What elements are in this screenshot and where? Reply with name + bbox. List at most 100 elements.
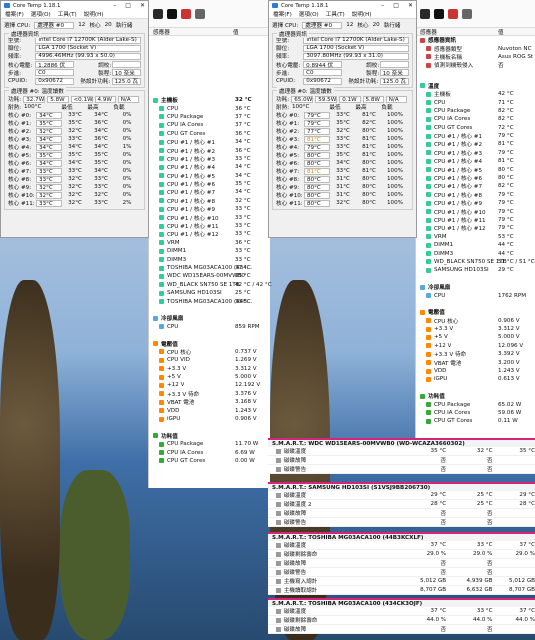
sensor-row[interactable]: CPU #1 / 核心 #5 80 °C (416, 165, 535, 174)
close-icon[interactable]: ✕ (408, 2, 413, 9)
menu-item[interactable]: 選項(O) (31, 10, 51, 18)
sensor-row[interactable]: VBAT 電池 3.200 V (416, 358, 535, 367)
smart-row[interactable]: 磁碟故障 否 否 (268, 625, 535, 634)
smart-row[interactable]: 磁碟故障 否 否 (268, 509, 535, 518)
sensor-row[interactable]: CPU #1 / 核心 #12 79 °C (416, 224, 535, 232)
sensor-row[interactable]: +5 V 5.000 V (149, 373, 270, 381)
sensor-row[interactable]: CPU #1 / 核心 #11 33 °C (149, 222, 270, 230)
sensor-row[interactable]: CPU IA Cores 82 °C (416, 115, 535, 123)
sensor-row[interactable]: CPU #1 / 核心 #4 81 °C (416, 157, 535, 165)
sensor-row[interactable]: CPU #1 / 核心 #5 34 °C (149, 172, 270, 180)
monitor-icon[interactable] (153, 8, 163, 19)
sensor-row[interactable]: +3.3 V 待命 3.376 V (149, 390, 270, 398)
sensor-row[interactable]: CPU 核心 0.906 V (416, 317, 535, 325)
sensor-row[interactable]: VDD 1.243 V (416, 367, 535, 375)
chip-icon[interactable] (448, 8, 458, 19)
sensor-row[interactable]: iGPU 0.613 V (416, 375, 535, 383)
maximize-icon[interactable]: □ (125, 2, 131, 9)
sensor-group[interactable]: 主機板 32 °C (149, 96, 270, 104)
sensor-row[interactable]: VDD 1.243 V (149, 406, 270, 414)
sensor-row[interactable]: +3.3 V 3.312 V (149, 365, 270, 373)
monitor-icon[interactable] (420, 8, 430, 19)
sensor-row[interactable]: CPU #1 / 核心 #10 33 °C (149, 213, 270, 222)
osd-icon[interactable] (167, 8, 177, 19)
sensor-row[interactable]: 偵測到機殼侵入 否 (416, 61, 535, 69)
sensor-row[interactable]: CPU #1 / 核心 #3 79 °C (416, 149, 535, 157)
smart-row[interactable]: 磁碟警告 否 否 (268, 568, 535, 577)
sensor-row[interactable]: TOSHIBA MG03ACA100 (44B... 33 °C (149, 297, 270, 305)
smart-row[interactable]: 主機寫入總計 5,012 GB 4,939 GB 5,012 GB (268, 577, 535, 586)
sensor-row[interactable]: CPU #1 / 核心 #1 34 °C (149, 138, 270, 146)
sensor-row[interactable]: DIMM3 44 °C (416, 249, 535, 257)
sensor-row[interactable]: CPU #1 / 核心 #9 33 °C (149, 205, 270, 213)
sensor-row[interactable]: CPU #1 / 核心 #6 35 °C (149, 180, 270, 188)
maximize-icon[interactable]: □ (393, 2, 399, 9)
smart-row[interactable]: 磁碟剩餘壽命 29.0 % 29.0 % 29.0 % (268, 550, 535, 559)
sensor-row[interactable]: CPU #1 / 核心 #8 79 °C (416, 191, 535, 199)
sensor-row[interactable]: CPU #1 / 核心 #4 34 °C (149, 163, 270, 171)
col-sensor[interactable]: 感應器 (416, 28, 498, 36)
sensor-row[interactable]: DIMM1 44 °C (416, 241, 535, 249)
sensor-row[interactable]: CPU 859 RPM (149, 323, 270, 331)
smart-title[interactable]: S.M.A.R.T.: WDC WD15EARS-00MVWB0 (WD-WCA… (268, 438, 535, 447)
smart-row[interactable]: 磁碟故障 否 否 (268, 456, 535, 465)
sensor-row[interactable]: CPU IA Cores 6.69 W (149, 448, 270, 456)
sensor-row[interactable]: CPU #1 / 核心 #10 79 °C (416, 207, 535, 216)
sensor-row[interactable]: WD_BLACK SN750 SE 1TB 51 °C / 51 °C (416, 258, 535, 266)
sensor-row[interactable]: CPU #1 / 核心 #11 79 °C (416, 216, 535, 224)
sensor-row[interactable]: 主機板 42 °C (416, 90, 535, 98)
sensor-row[interactable]: WD_BLACK SN750 SE 1TB 42 °C / 42 °C (149, 281, 272, 289)
sensor-row[interactable]: SAMSUNG HD103SI 29 °C (416, 266, 535, 274)
smart-row[interactable]: 磁碟溫度 2 28 °C 25 °C 28 °C (268, 500, 535, 509)
sensor-row[interactable]: 感應器類型 Nuvoton NC (416, 44, 535, 53)
sensor-row[interactable]: CPU #1 / 核心 #8 32 °C (149, 197, 270, 205)
sensor-row[interactable]: CPU #1 / 核心 #12 33 °C (149, 230, 270, 238)
sensor-group[interactable]: 功耗值 (149, 432, 270, 440)
chip-icon[interactable] (181, 8, 191, 19)
sensor-row[interactable]: DIMM1 33 °C (149, 247, 270, 255)
menu-item[interactable]: 工具(T) (326, 10, 345, 18)
sensor-group[interactable]: 電壓值 (416, 308, 535, 316)
sensor-row[interactable]: CPU #1 / 核心 #6 80 °C (416, 174, 535, 182)
sensor-row[interactable]: SAMSUNG HD103SI 25 °C (149, 289, 270, 297)
sensor-row[interactable]: CPU GT Cores 0.11 W (416, 417, 535, 425)
sensor-row[interactable]: CPU Package 37 °C (149, 113, 270, 121)
sensor-group[interactable]: 溫度 (416, 82, 535, 90)
sensor-row[interactable]: +3.3 V 3.312 V (416, 325, 535, 333)
smart-title[interactable]: S.M.A.R.T.: SAMSUNG HD103SI (S1VSJ9BB206… (268, 482, 535, 491)
sensor-row[interactable]: 主機板名稱 Asus ROG St (416, 53, 535, 61)
sensor-row[interactable]: VRM 53 °C (416, 233, 535, 241)
sensor-row[interactable]: DIMM3 33 °C (149, 255, 270, 263)
smart-title[interactable]: S.M.A.R.T.: TOSHIBA MG03ACA100 (434CK3OJ… (268, 598, 535, 607)
download-icon[interactable] (195, 8, 205, 19)
minimize-icon[interactable]: – (113, 2, 116, 9)
col-value[interactable]: 值 (233, 28, 239, 36)
smart-row[interactable]: 磁碟溫度 37 °C 33 °C 37 °C (268, 541, 535, 550)
sensor-row[interactable]: +12 V 12.096 V (416, 342, 535, 350)
sensor-row[interactable]: CPU GT Cores 36 °C (149, 130, 270, 138)
smart-row[interactable]: 主機讀取總計 8,707 GB 6,632 GB 8,707 GB (268, 586, 535, 595)
sensor-row[interactable]: CPU #1 / 核心 #3 33 °C (149, 155, 270, 163)
sensor-row[interactable]: CPU IA Cores 37 °C (149, 121, 270, 129)
sensor-row[interactable]: CPU #1 / 核心 #2 36 °C (149, 146, 270, 155)
sensor-row[interactable]: CPU #1 / 核心 #9 79 °C (416, 199, 535, 207)
sensor-group[interactable]: 功耗值 (416, 392, 535, 400)
sensor-row[interactable]: CPU IA Cores 59.06 W (416, 409, 535, 417)
sensor-row[interactable]: CPU Package 82 °C (416, 107, 535, 115)
menu-item[interactable]: 選項(O) (299, 10, 319, 18)
menu-item[interactable]: 說明(H) (352, 10, 372, 18)
sensor-group[interactable]: 冷卻風扇 (149, 314, 270, 322)
smart-row[interactable]: 磁碟溫度 35 °C 32 °C 35 °C (268, 447, 535, 456)
smart-row[interactable]: 磁碟溫度 37 °C 33 °C 37 °C (268, 607, 535, 616)
menu-item[interactable]: 工具(T) (58, 10, 77, 18)
col-value[interactable]: 值 (498, 28, 504, 36)
sensor-row[interactable]: CPU Package 65.02 W (416, 400, 535, 408)
col-sensor[interactable]: 感應器 (149, 28, 233, 36)
smart-row[interactable]: 磁碟警告 否 否 (268, 518, 535, 527)
sensor-group[interactable]: 感應器資訊 (416, 36, 535, 44)
sensor-row[interactable]: CPU 1762 RPM (416, 291, 535, 299)
download-icon[interactable] (462, 8, 472, 19)
sensor-row[interactable]: CPU 核心 0.737 V (149, 348, 270, 356)
smart-row[interactable]: 磁碟剩餘壽命 44.0 % 44.0 % 44.0 % (268, 616, 535, 625)
sensor-row[interactable]: TOSHIBA MG03ACA100 (434... 37 °C (149, 264, 270, 272)
